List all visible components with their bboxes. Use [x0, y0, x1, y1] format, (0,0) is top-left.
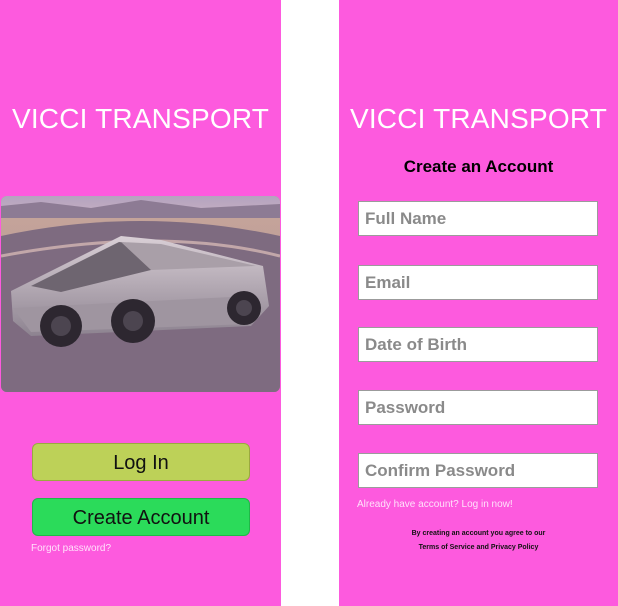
create-account-heading: Create an Account [403, 157, 554, 176]
signup-screen: VICCI TRANSPORT Create an Account Full N… [339, 0, 618, 606]
confirm-password-field[interactable]: Confirm Password [358, 453, 598, 488]
password-field[interactable]: Password [358, 390, 598, 425]
login-button[interactable]: Log In [32, 443, 250, 481]
email-field[interactable]: Email [358, 265, 598, 300]
terms-notice: By creating an account you agree to our [411, 530, 546, 537]
date-of-birth-field[interactable]: Date of Birth [358, 327, 598, 362]
terms-privacy-link[interactable]: Terms of Service and Privacy Policy [339, 544, 618, 551]
cybertruck-image [1, 196, 280, 392]
brand-title: VICCI TRANSPORT [11, 103, 270, 134]
cybertruck-photo [1, 196, 280, 392]
create-account-button[interactable]: Create Account [32, 498, 250, 536]
brand-title: VICCI TRANSPORT [349, 103, 608, 134]
forgot-password-link[interactable]: Forgot password? [31, 543, 111, 554]
full-name-field[interactable]: Full Name [358, 201, 598, 236]
login-now-link[interactable]: Already have account? Log in now! [357, 499, 513, 510]
login-screen: VICCI TRANSPORT Log In Create Account Fo… [0, 0, 281, 606]
